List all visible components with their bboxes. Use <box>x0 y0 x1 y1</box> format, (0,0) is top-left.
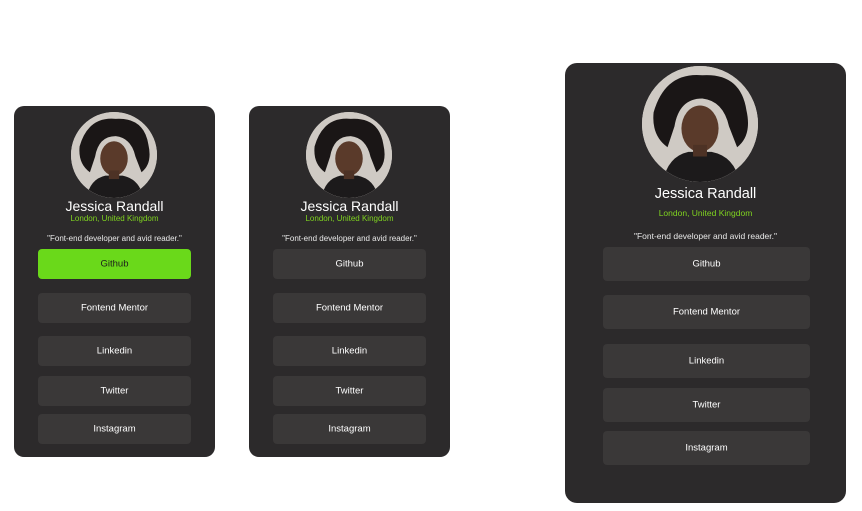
avatar <box>71 112 157 198</box>
linkedin-button-label: Linkedin <box>331 345 368 357</box>
avatar-photo <box>642 66 758 182</box>
canvas: Jessica Randall London, United Kingdom "… <box>0 0 862 511</box>
profile-location: London, United Kingdom <box>658 208 753 218</box>
linkedin-button[interactable]: Linkedin <box>273 336 426 366</box>
frontend-mentor-button-label: Fontend Mentor <box>80 302 149 314</box>
instagram-button-label: Instagram <box>685 442 728 454</box>
frontend-mentor-button-label: Fontend Mentor <box>315 302 384 314</box>
twitter-button-label: Twitter <box>335 385 364 397</box>
twitter-button-label: Twitter <box>100 385 129 397</box>
profile-bio: "Font-end developer and avid reader." <box>633 231 778 241</box>
profile-name: Jessica Randall <box>654 186 757 202</box>
linkedin-button[interactable]: Linkedin <box>38 336 191 366</box>
avatar-photo <box>306 112 392 198</box>
profile-card-hover-state: Jessica Randall London, United Kingdom "… <box>14 106 215 457</box>
twitter-button-label: Twitter <box>692 399 721 411</box>
profile-name: Jessica Randall <box>65 198 164 214</box>
profile-location: London, United Kingdom <box>305 214 394 223</box>
github-button-label: Github <box>100 258 129 270</box>
profile-location: London, United Kingdom <box>70 214 159 223</box>
twitter-button[interactable]: Twitter <box>273 376 426 406</box>
avatar <box>642 66 758 182</box>
avatar-photo <box>71 112 157 198</box>
github-button-label: Github <box>335 258 364 270</box>
frontend-mentor-button[interactable]: Fontend Mentor <box>273 293 426 323</box>
github-button[interactable]: Github <box>273 249 426 279</box>
profile-card-default: Jessica Randall London, United Kingdom "… <box>249 106 450 457</box>
twitter-button[interactable]: Twitter <box>38 376 191 406</box>
instagram-button-label: Instagram <box>328 423 371 435</box>
linkedin-button-label: Linkedin <box>96 345 133 357</box>
frontend-mentor-button[interactable]: Fontend Mentor <box>603 295 810 329</box>
profile-bio: "Font-end developer and avid reader." <box>282 234 417 243</box>
frontend-mentor-button[interactable]: Fontend Mentor <box>38 293 191 323</box>
github-button[interactable]: Github <box>603 247 810 281</box>
avatar <box>306 112 392 198</box>
profile-name: Jessica Randall <box>300 198 399 214</box>
frontend-mentor-button-label: Fontend Mentor <box>672 306 741 318</box>
twitter-button[interactable]: Twitter <box>603 388 810 422</box>
instagram-button-label: Instagram <box>93 423 136 435</box>
instagram-button[interactable]: Instagram <box>38 414 191 444</box>
instagram-button[interactable]: Instagram <box>273 414 426 444</box>
profile-bio: "Font-end developer and avid reader." <box>47 234 182 243</box>
linkedin-button-label: Linkedin <box>688 355 725 367</box>
profile-card-large: Jessica Randall London, United Kingdom "… <box>565 63 846 503</box>
github-button-label: Github <box>692 258 721 270</box>
github-button[interactable]: Github <box>38 249 191 279</box>
linkedin-button[interactable]: Linkedin <box>603 344 810 378</box>
instagram-button[interactable]: Instagram <box>603 431 810 465</box>
